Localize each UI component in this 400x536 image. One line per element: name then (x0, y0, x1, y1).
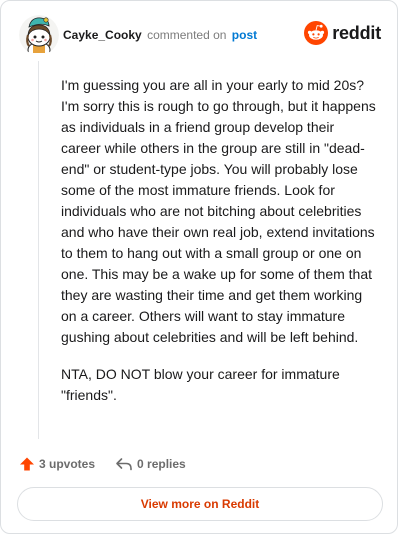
comment-paragraph: NTA, DO NOT blow your career for immatur… (61, 366, 340, 403)
view-more-on-reddit-button[interactable]: View more on Reddit (17, 487, 383, 521)
author-name[interactable]: Cayke_Cooky (63, 28, 142, 42)
reply-count: 0 replies (137, 457, 186, 471)
comment-embed-card: Cayke_Cooky commented on post reddit I'm… (0, 0, 398, 534)
avatar[interactable] (19, 15, 59, 55)
reply-icon (116, 458, 132, 471)
comment-header: Cayke_Cooky commented on post reddit (19, 15, 381, 55)
comment-actions: 3 upvotes 0 replies (19, 453, 186, 475)
upvote-count: 3 upvotes (39, 457, 96, 471)
post-link[interactable]: post (232, 28, 257, 42)
author-line: Cayke_Cooky commented on post (63, 27, 257, 43)
reddit-wordmark: reddit (332, 22, 381, 43)
commented-on-text: commented on (147, 28, 227, 42)
reddit-logo[interactable]: reddit (304, 20, 381, 46)
snoo-avatar-icon (19, 15, 59, 55)
comment-body: I'm guessing you are all in your early t… (61, 75, 377, 422)
reply-button[interactable]: 0 replies (115, 456, 186, 472)
upvote-arrow-icon (20, 457, 34, 471)
thread-line[interactable] (38, 61, 39, 439)
comment-paragraph: I'm guessing you are all in your early t… (61, 77, 376, 345)
upvote-button[interactable]: 3 upvotes (19, 456, 95, 472)
reddit-snoo-icon (304, 21, 329, 45)
